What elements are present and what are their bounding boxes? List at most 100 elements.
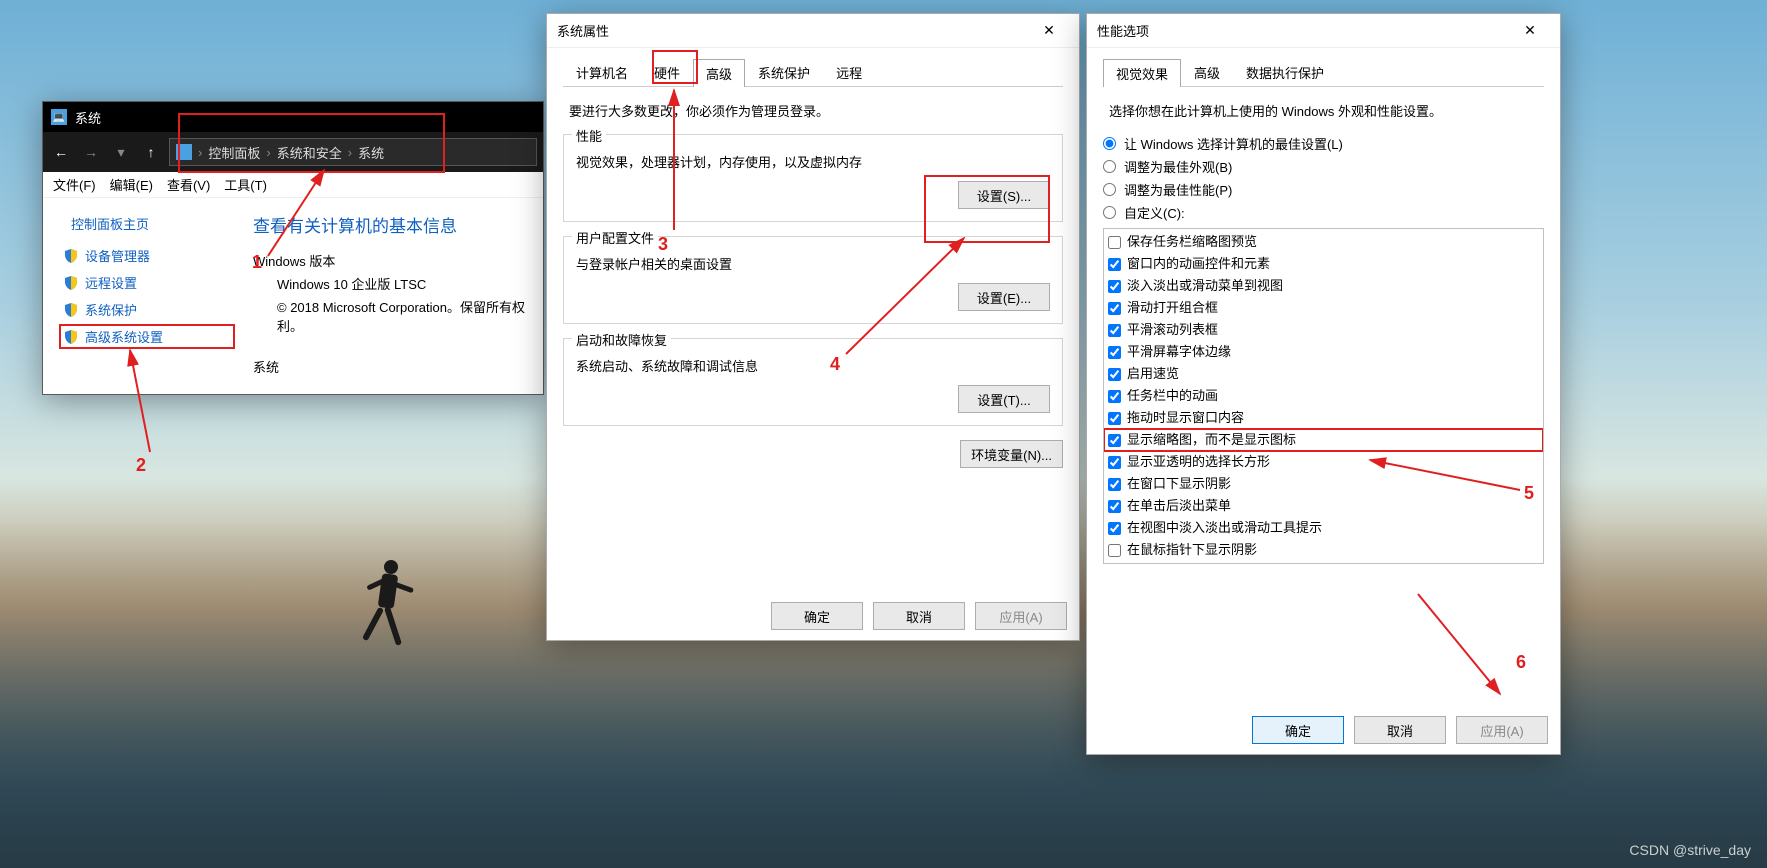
sidebar-item-label: 设备管理器 [85, 246, 150, 265]
menu-file[interactable]: 文件(F) [53, 175, 96, 194]
radio-input[interactable] [1103, 160, 1116, 173]
visual-effect-option[interactable]: 在窗口下显示阴影 [1104, 473, 1543, 495]
checkbox-input[interactable] [1108, 522, 1121, 535]
radio-let-windows-choose[interactable]: 让 Windows 选择计算机的最佳设置(L) [1103, 134, 1544, 153]
visual-effect-option[interactable]: 保存任务栏缩略图预览 [1104, 231, 1543, 253]
visual-effect-label: 任务栏中的动画 [1127, 386, 1218, 406]
visual-effect-option[interactable]: 启用速览 [1104, 363, 1543, 385]
checkbox-input[interactable] [1108, 346, 1121, 359]
ok-button[interactable]: 确定 [1252, 716, 1344, 744]
tab-visual-effects[interactable]: 视觉效果 [1103, 59, 1181, 87]
system-window: 💻 系统 ← → ▾ ↑ › 控制面板 › 系统和安全 › 系统 文件(F) 编… [42, 101, 544, 395]
checkbox-input[interactable] [1108, 324, 1121, 337]
checkbox-input[interactable] [1108, 302, 1121, 315]
environment-variables-button[interactable]: 环境变量(N)... [960, 440, 1063, 468]
address-bar[interactable]: › 控制面板 › 系统和安全 › 系统 [169, 138, 537, 166]
radio-custom[interactable]: 自定义(C): [1103, 203, 1544, 222]
shield-icon [63, 302, 79, 318]
sidebar-item-advanced-system-settings[interactable]: 高级系统设置 [59, 324, 235, 349]
tab-dep[interactable]: 数据执行保护 [1233, 58, 1337, 86]
visual-effect-option[interactable]: 在鼠标指针下显示阴影 [1104, 539, 1543, 561]
annotation-number-1: 1 [252, 252, 262, 273]
user-profile-settings-button[interactable]: 设置(E)... [958, 283, 1050, 311]
sidebar-item-remote-settings[interactable]: 远程设置 [59, 270, 235, 295]
sidebar-item-system-protection[interactable]: 系统保护 [59, 297, 235, 322]
apply-button[interactable]: 应用(A) [1456, 716, 1548, 744]
startup-recovery-settings-button[interactable]: 设置(T)... [958, 385, 1050, 413]
performance-settings-button[interactable]: 设置(S)... [958, 181, 1050, 209]
radio-input[interactable] [1103, 206, 1116, 219]
visual-effect-label: 淡入淡出或滑动菜单到视图 [1127, 276, 1283, 296]
tab-remote[interactable]: 远程 [823, 58, 875, 86]
nav-up-button[interactable]: ↑ [139, 140, 163, 164]
visual-effect-option[interactable]: 滑动打开组合框 [1104, 297, 1543, 319]
crumb-control-panel[interactable]: 控制面板 [208, 143, 260, 162]
visual-effect-option[interactable]: 在单击后淡出菜单 [1104, 495, 1543, 517]
system-titlebar[interactable]: 💻 系统 [43, 102, 543, 132]
system-properties-titlebar[interactable]: 系统属性 ✕ [547, 14, 1079, 48]
close-button[interactable]: ✕ [1029, 19, 1069, 43]
windows-copyright: © 2018 Microsoft Corporation。保留所有权利。 [277, 297, 533, 335]
checkbox-input[interactable] [1108, 258, 1121, 271]
visual-effect-option[interactable]: 在桌面上为图标标签使用阴影 [1104, 561, 1543, 564]
checkbox-input[interactable] [1108, 456, 1121, 469]
radio-best-performance[interactable]: 调整为最佳性能(P) [1103, 180, 1544, 199]
crumb-system[interactable]: 系统 [358, 143, 384, 162]
sidebar-item-label: 远程设置 [85, 273, 137, 292]
visual-effect-option[interactable]: 淡入淡出或滑动菜单到视图 [1104, 275, 1543, 297]
checkbox-input[interactable] [1108, 412, 1121, 425]
visual-effect-option[interactable]: 在视图中淡入淡出或滑动工具提示 [1104, 517, 1543, 539]
performance-options-titlebar[interactable]: 性能选项 ✕ [1087, 14, 1560, 48]
shield-icon [63, 275, 79, 291]
cancel-button[interactable]: 取消 [1354, 716, 1446, 744]
visual-effect-option[interactable]: 平滑屏幕字体边缘 [1104, 341, 1543, 363]
apply-button[interactable]: 应用(A) [975, 602, 1067, 630]
visual-effect-label: 平滑屏幕字体边缘 [1127, 342, 1231, 362]
tab-system-protection[interactable]: 系统保护 [745, 58, 823, 86]
cancel-button[interactable]: 取消 [873, 602, 965, 630]
visual-effects-checklist[interactable]: 保存任务栏缩略图预览窗口内的动画控件和元素淡入淡出或滑动菜单到视图滑动打开组合框… [1103, 228, 1544, 564]
visual-effect-option[interactable]: 显示缩略图，而不是显示图标 [1104, 429, 1543, 451]
radio-label: 让 Windows 选择计算机的最佳设置(L) [1124, 134, 1343, 153]
checkbox-input[interactable] [1108, 390, 1121, 403]
checkbox-input[interactable] [1108, 434, 1121, 447]
radio-best-appearance[interactable]: 调整为最佳外观(B) [1103, 157, 1544, 176]
ok-button[interactable]: 确定 [771, 602, 863, 630]
checkbox-input[interactable] [1108, 500, 1121, 513]
user-profile-group-title: 用户配置文件 [572, 228, 658, 247]
annotation-number-4: 4 [830, 354, 840, 375]
nav-recent-button[interactable]: ▾ [109, 140, 133, 164]
radio-input[interactable] [1103, 137, 1116, 150]
checkbox-input[interactable] [1108, 368, 1121, 381]
sidebar-heading[interactable]: 控制面板主页 [71, 214, 231, 233]
visual-effect-option[interactable]: 窗口内的动画控件和元素 [1104, 253, 1543, 275]
visual-effect-option[interactable]: 拖动时显示窗口内容 [1104, 407, 1543, 429]
crumb-system-security[interactable]: 系统和安全 [277, 143, 342, 162]
tab-bar: 视觉效果 高级 数据执行保护 [1103, 58, 1544, 87]
close-button[interactable]: ✕ [1510, 19, 1550, 43]
nav-forward-button[interactable]: → [79, 140, 103, 164]
checkbox-input[interactable] [1108, 544, 1121, 557]
menu-tools[interactable]: 工具(T) [224, 175, 267, 194]
tab-computer-name[interactable]: 计算机名 [563, 58, 641, 86]
chevron-icon: › [196, 145, 204, 160]
menu-view[interactable]: 查看(V) [167, 175, 210, 194]
checkbox-input[interactable] [1108, 236, 1121, 249]
checkbox-input[interactable] [1108, 478, 1121, 491]
tab-advanced[interactable]: 高级 [1181, 58, 1233, 86]
nav-back-button[interactable]: ← [49, 140, 73, 164]
visual-effect-label: 在鼠标指针下显示阴影 [1127, 540, 1257, 560]
annotation-number-3: 3 [658, 234, 668, 255]
wallpaper-figure [360, 560, 420, 670]
radio-input[interactable] [1103, 183, 1116, 196]
visual-effect-option[interactable]: 显示亚透明的选择长方形 [1104, 451, 1543, 473]
tab-hardware[interactable]: 硬件 [641, 58, 693, 86]
checkbox-input[interactable] [1108, 280, 1121, 293]
sidebar-item-device-manager[interactable]: 设备管理器 [59, 243, 235, 268]
visual-effect-option[interactable]: 任务栏中的动画 [1104, 385, 1543, 407]
visual-effect-label: 在单击后淡出菜单 [1127, 496, 1231, 516]
tab-advanced[interactable]: 高级 [693, 59, 745, 87]
visual-effect-option[interactable]: 平滑滚动列表框 [1104, 319, 1543, 341]
menu-edit[interactable]: 编辑(E) [110, 175, 153, 194]
radio-label: 自定义(C): [1124, 203, 1185, 222]
